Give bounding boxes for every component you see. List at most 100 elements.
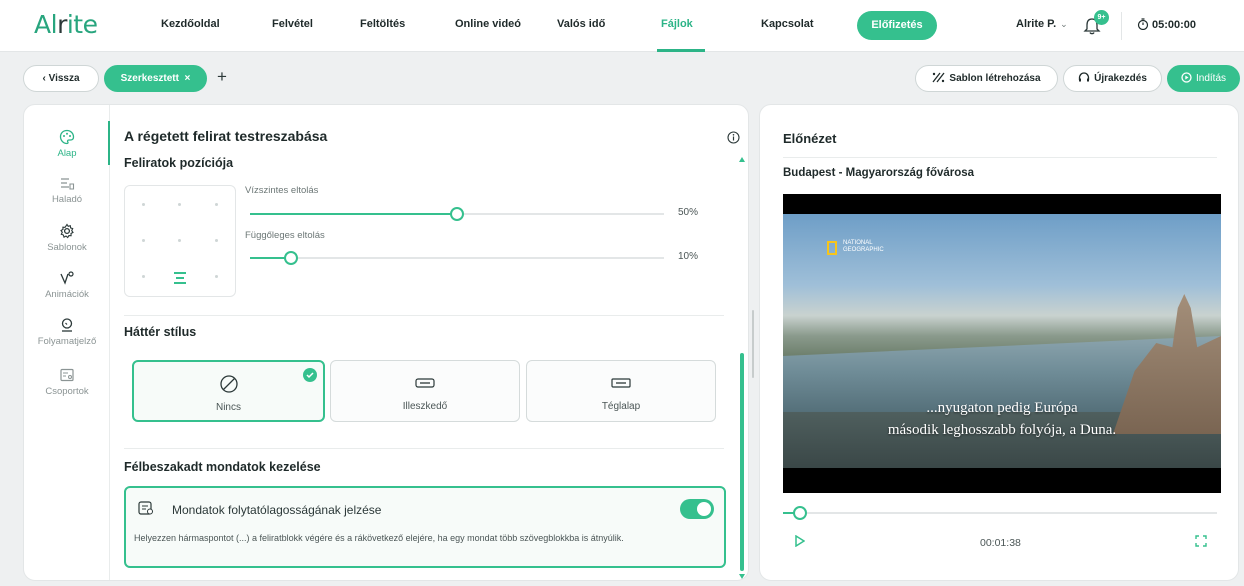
playback-progress-bar[interactable]	[783, 506, 1217, 520]
subscribe-button[interactable]: Előfizetés	[857, 11, 937, 40]
position-cell-middle-right[interactable]	[215, 239, 218, 242]
start-button[interactable]: Indítás	[1167, 65, 1240, 92]
sidebar-active-indicator	[108, 121, 110, 165]
nav-item-files[interactable]: Fájlok	[661, 18, 693, 30]
settings-sidebar: Alap Haladó Sablonok Animációk Folyamatj…	[24, 105, 110, 580]
position-cell-top-left[interactable]	[142, 203, 145, 206]
template-icon	[932, 72, 945, 83]
fit-box-icon	[415, 378, 435, 388]
edited-tab-label: Szerkesztett	[120, 73, 179, 84]
vertical-offset-handle[interactable]	[284, 251, 299, 265]
groups-icon	[60, 368, 74, 382]
continuity-icon	[138, 501, 153, 515]
edited-tab[interactable]: Szerkesztett ×	[104, 65, 207, 92]
add-tab-button[interactable]: +	[217, 67, 227, 87]
toolbar: ‹ Vissza Szerkesztett × + Sablon létreho…	[0, 53, 1244, 103]
nav-item-contact[interactable]: Kapcsolat	[761, 18, 814, 30]
horizontal-offset-handle[interactable]	[450, 207, 464, 221]
position-cell-middle-center[interactable]	[178, 239, 181, 242]
preview-title: Előnézet	[783, 131, 837, 146]
option-description: Helyezzen hármaspontot (...) a feliratbl…	[134, 533, 624, 543]
position-cell-middle-left[interactable]	[142, 239, 145, 242]
scroll-up-arrow[interactable]	[739, 157, 745, 162]
section-divider	[124, 315, 724, 316]
scroll-down-arrow[interactable]	[739, 574, 745, 579]
horizontal-offset-slider[interactable]	[250, 207, 664, 221]
national-geographic-text: NATIONAL GEOGRAPHIC	[843, 240, 884, 253]
sidebar-item-animations[interactable]: Animációk	[24, 270, 110, 300]
nav-active-underline	[657, 49, 705, 52]
create-template-label: Sablon létrehozása	[949, 73, 1041, 84]
align-center-icon[interactable]	[173, 272, 187, 284]
check-icon	[303, 368, 317, 382]
style-option-rectangle[interactable]: Téglalap	[526, 360, 716, 422]
editor-panel: Alap Haladó Sablonok Animációk Folyamatj…	[23, 104, 749, 581]
subtitle-line-1: ...nyugaton pedig Európa	[926, 400, 1078, 416]
style-option-fit[interactable]: Illeszkedő	[330, 360, 520, 422]
sidebar-item-label: Folyamatjelző	[37, 336, 97, 347]
sidebar-item-label: Animációk	[45, 289, 89, 300]
sidebar-item-groups[interactable]: Csoportok	[24, 367, 110, 397]
page-title: A régetett felirat testreszabása	[124, 128, 328, 144]
preview-divider	[783, 157, 1217, 158]
position-grid[interactable]	[124, 185, 236, 297]
horizontal-offset-value: 50%	[678, 207, 699, 218]
preview-panel: Előnézet Budapest - Magyarország főváros…	[759, 104, 1239, 581]
sidebar-item-label: Sablonok	[47, 242, 87, 253]
advanced-icon	[61, 178, 75, 190]
playback-time: 00:01:38	[980, 537, 1021, 549]
horizontal-offset-fill	[250, 213, 457, 215]
user-name: Alrite P.	[1016, 18, 1057, 30]
panel-resize-handle[interactable]	[752, 310, 754, 378]
video-player[interactable]: NATIONAL GEOGRAPHIC ...nyugaton pedig Eur…	[783, 194, 1221, 493]
headset-icon	[1078, 72, 1090, 82]
palette-icon	[59, 129, 75, 145]
stopwatch-icon	[1137, 18, 1149, 31]
nav-item-online-video[interactable]: Online videó	[455, 18, 521, 30]
nav-item-upload[interactable]: Feltöltés	[360, 18, 405, 30]
alrite-logo[interactable]: Alrite	[34, 10, 98, 39]
user-menu[interactable]: Alrite P. ⌄	[1016, 18, 1068, 30]
position-cell-bottom-left[interactable]	[142, 275, 145, 278]
broken-sentences-section-title: Félbeszakadt mondatok kezelése	[124, 460, 321, 474]
close-icon[interactable]: ×	[185, 73, 191, 84]
sentence-continuity-option[interactable]: Mondatok folytatólagosságának jelzése He…	[124, 486, 726, 568]
fullscreen-icon[interactable]	[1195, 535, 1207, 547]
play-icon[interactable]	[795, 535, 805, 547]
sidebar-item-advanced[interactable]: Haladó	[24, 175, 110, 205]
subtitle-line-2: második leghosszabb folyója, a Duna.	[887, 422, 1117, 438]
background-section-title: Háttér stílus	[124, 325, 197, 339]
position-cell-top-center[interactable]	[178, 203, 181, 206]
option-title: Mondatok folytatólagosságának jelzése	[172, 503, 382, 517]
sidebar-item-progress[interactable]: Folyamatjelző	[24, 317, 110, 347]
sidebar-item-basic[interactable]: Alap	[24, 129, 110, 159]
create-template-button[interactable]: Sablon létrehozása	[915, 65, 1058, 92]
sidebar-item-label: Haladó	[51, 194, 83, 205]
scrollbar-thumb[interactable]	[740, 353, 744, 571]
nav-item-record[interactable]: Felvétel	[272, 18, 313, 30]
style-option-label: Nincs	[215, 402, 241, 413]
video-title: Budapest - Magyarország fővárosa	[783, 167, 975, 179]
position-cell-bottom-right[interactable]	[215, 275, 218, 278]
national-geographic-logo	[827, 241, 837, 255]
none-icon	[219, 375, 238, 393]
nav-item-realtime[interactable]: Valós idő	[557, 18, 605, 30]
nav-item-home[interactable]: Kezdőoldal	[161, 18, 220, 30]
style-option-none[interactable]: Nincs	[132, 360, 325, 422]
back-button[interactable]: ‹ Vissza	[23, 65, 99, 92]
position-cell-top-right[interactable]	[215, 203, 218, 206]
vertical-offset-label: Függőleges eltolás	[245, 230, 325, 241]
info-icon[interactable]	[727, 131, 740, 144]
start-label: Indítás	[1195, 73, 1227, 84]
restart-label: Újrakezdés	[1094, 73, 1147, 84]
scrollbar[interactable]	[740, 163, 744, 575]
sentence-continuity-toggle[interactable]	[680, 499, 714, 519]
restart-button[interactable]: Újrakezdés	[1063, 65, 1162, 92]
chevron-down-icon: ⌄	[1060, 19, 1068, 29]
top-navigation: Alrite Kezdőoldal Felvétel Feltöltés Onl…	[0, 0, 1244, 52]
sidebar-item-templates[interactable]: Sablonok	[24, 223, 110, 253]
vertical-offset-slider[interactable]	[250, 251, 664, 265]
progress-icon	[61, 318, 73, 332]
playback-progress-handle[interactable]	[793, 506, 808, 520]
sidebar-item-label: Alap	[57, 148, 77, 159]
